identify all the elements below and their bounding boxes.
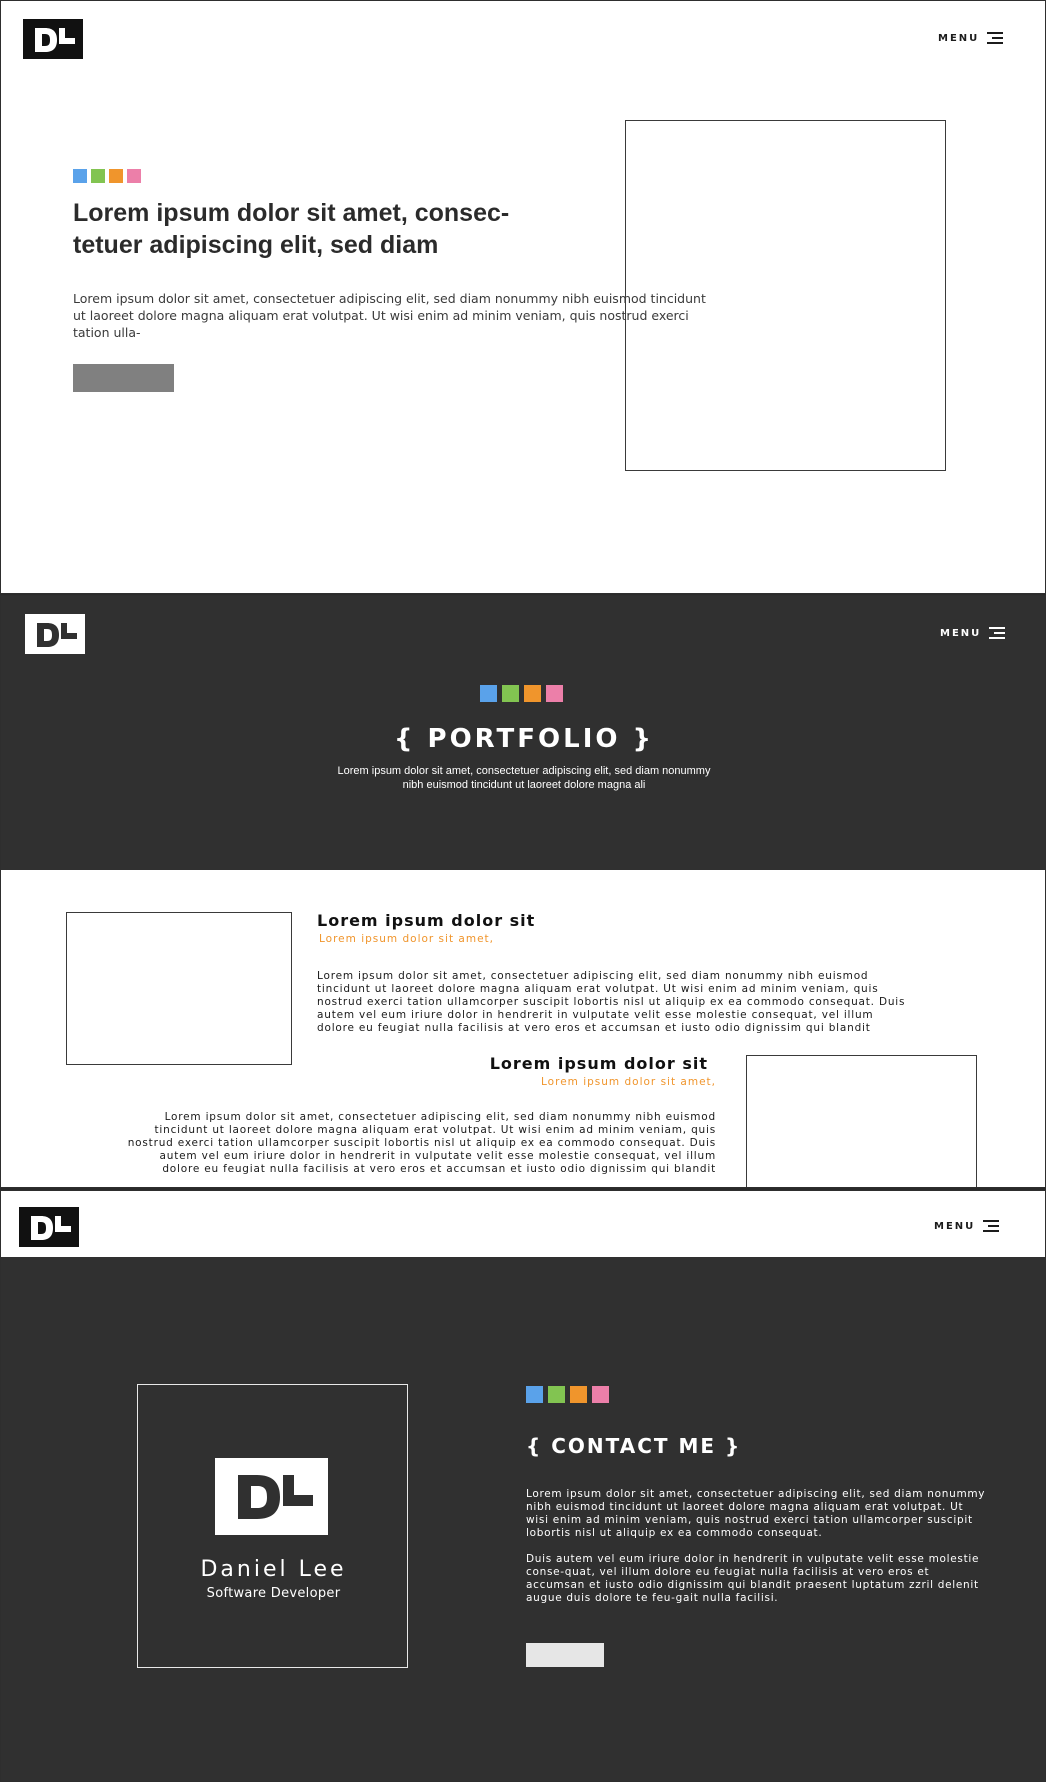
portfolio-item-subtitle: Lorem ipsum dolor sit amet,	[541, 1076, 716, 1088]
portfolio-item-body: Lorem ipsum dolor sit amet, consectetuer…	[127, 1111, 716, 1175]
pink-swatch	[127, 169, 141, 183]
profile-card: Daniel Lee Software Developer	[137, 1384, 408, 1668]
portfolio-title: { PORTFOLIO }	[393, 724, 655, 754]
blue-swatch	[480, 685, 497, 702]
logo-icon[interactable]	[19, 1207, 79, 1247]
green-swatch	[502, 685, 519, 702]
hamburger-icon	[983, 1219, 1000, 1233]
pink-swatch	[546, 685, 563, 702]
logo-icon	[215, 1458, 328, 1535]
portfolio-item-title[interactable]: Lorem ipsum dolor sit	[317, 911, 535, 930]
contact-title: { CONTACT ME }	[526, 1434, 742, 1458]
hero-cta-button[interactable]	[73, 364, 174, 392]
hamburger-icon	[989, 626, 1006, 640]
portfolio-item-image[interactable]	[746, 1055, 977, 1187]
portfolio-list-frame: Lorem ipsum dolor sit Lorem ipsum dolor …	[0, 870, 1046, 1188]
logo-icon[interactable]	[23, 19, 83, 59]
hero-image-placeholder	[625, 120, 946, 471]
color-swatches	[526, 1386, 609, 1403]
contact-paragraph-1: Lorem ipsum dolor sit amet, consectetuer…	[526, 1488, 986, 1539]
blue-swatch	[526, 1386, 543, 1403]
contact-button[interactable]	[526, 1643, 604, 1667]
orange-swatch	[570, 1386, 587, 1403]
hero-title: Lorem ipsum dolor sit amet, consec-tetue…	[73, 199, 510, 259]
menu-button[interactable]: MENU	[938, 31, 1004, 45]
menu-button[interactable]: MENU	[940, 626, 1006, 640]
portfolio-item-title[interactable]: Lorem ipsum dolor sit	[401, 1054, 708, 1073]
green-swatch	[91, 169, 105, 183]
color-swatches	[73, 169, 141, 183]
menu-label: MENU	[934, 1220, 976, 1232]
portfolio-item-body: Lorem ipsum dolor sit amet, consectetuer…	[317, 970, 906, 1034]
profile-name: Daniel Lee	[200, 1557, 347, 1582]
pink-swatch	[592, 1386, 609, 1403]
hamburger-icon	[987, 31, 1004, 45]
menu-label: MENU	[938, 32, 980, 44]
portfolio-header-frame: MENU { PORTFOLIO } Lorem ipsum dolor sit…	[0, 595, 1046, 871]
hero-frame: MENU Lorem ipsum dolor sit amet, consec-…	[0, 0, 1046, 594]
blue-swatch	[73, 169, 87, 183]
contact-nav-frame: MENU	[0, 1190, 1046, 1258]
color-swatches	[480, 685, 563, 702]
profile-role: Software Developer	[206, 1586, 341, 1601]
portfolio-subtitle: Lorem ipsum dolor sit amet, consectetuer…	[337, 765, 711, 791]
portfolio-item-subtitle: Lorem ipsum dolor sit amet,	[319, 933, 494, 945]
orange-swatch	[109, 169, 123, 183]
orange-swatch	[524, 685, 541, 702]
hero-body: Lorem ipsum dolor sit amet, consectetuer…	[73, 291, 706, 340]
portfolio-item-image[interactable]	[66, 912, 292, 1065]
logo-icon[interactable]	[25, 614, 85, 654]
contact-paragraph-2: Duis autem vel eum iriure dolor in hendr…	[526, 1553, 980, 1604]
menu-button[interactable]: MENU	[934, 1219, 1000, 1233]
green-swatch	[548, 1386, 565, 1403]
menu-label: MENU	[940, 627, 982, 639]
